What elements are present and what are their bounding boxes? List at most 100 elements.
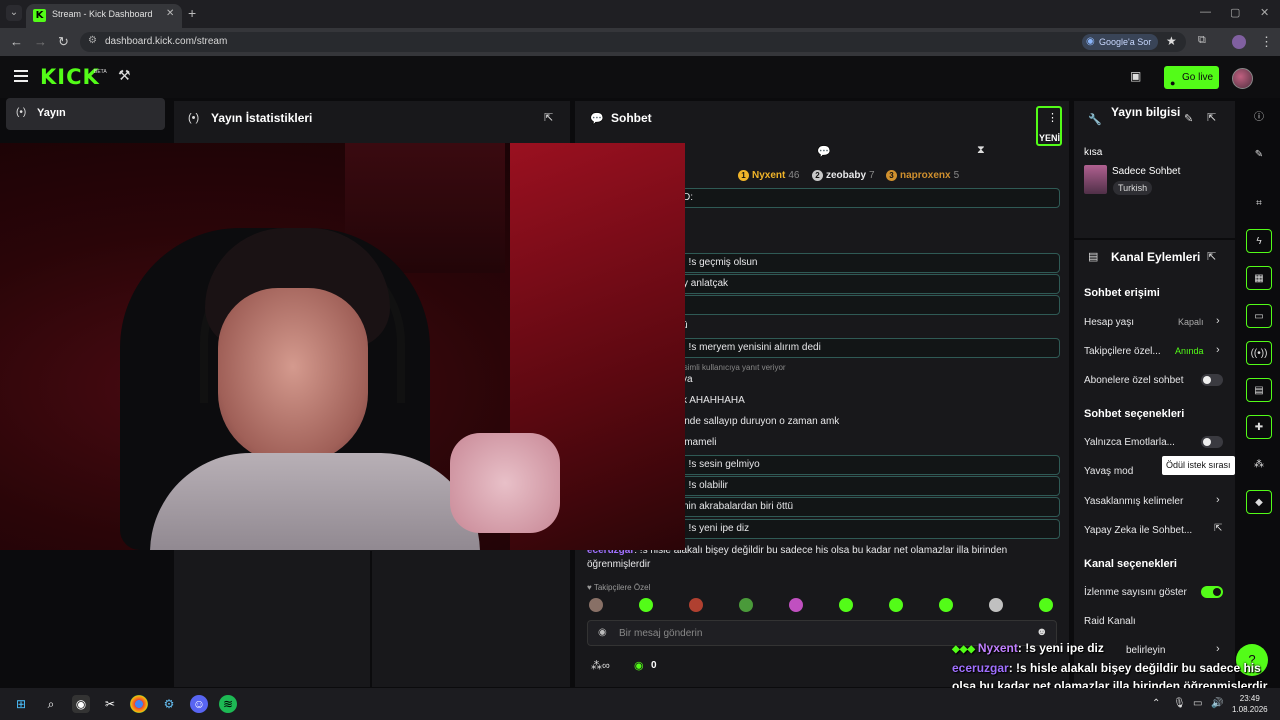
bookmark-star-icon[interactable]: ★: [1166, 34, 1177, 48]
reload-icon[interactable]: ↻: [58, 34, 69, 50]
chat-tab-icon[interactable]: 💬: [817, 145, 831, 158]
profile-avatar[interactable]: [1232, 35, 1246, 49]
address-bar[interactable]: ⚙ dashboard.kick.com/stream ◉ Google'a So…: [80, 32, 1186, 52]
emote-icon[interactable]: [1039, 598, 1053, 612]
go-live-button[interactable]: ● Go live: [1164, 66, 1219, 89]
popout-icon[interactable]: ⇱: [1207, 111, 1216, 124]
info-icon[interactable]: ⓘ: [1246, 106, 1272, 130]
emote-icon[interactable]: [889, 598, 903, 612]
chevron-right-icon: ›: [1216, 344, 1220, 356]
row-label: Yalnızca Emotlarla...: [1084, 437, 1175, 448]
minimize-icon[interactable]: —: [1200, 6, 1211, 18]
search-icon[interactable]: ⌕: [42, 695, 60, 713]
tray-chevron-icon[interactable]: ⌃: [1152, 698, 1160, 709]
row-label: Raid Kanalı: [1084, 616, 1136, 627]
stream-info-panel: 🔧 Yayın bilgisi ✎ ⇱ kısa Sadece Sohbet T…: [1074, 101, 1235, 238]
actions-icon[interactable]: ▤: [1246, 378, 1272, 402]
leaderboard-entry[interactable]: 3 naproxenx 5: [886, 170, 959, 181]
show-viewers-toggle[interactable]: [1201, 586, 1223, 598]
hourglass-icon[interactable]: ⧗: [977, 144, 985, 157]
category-thumbnail[interactable]: [1084, 165, 1107, 194]
diamond-icon[interactable]: ◆: [1246, 490, 1272, 514]
new-tab-icon[interactable]: +: [188, 5, 196, 21]
capture-icon[interactable]: ⌗: [1246, 192, 1272, 216]
chat-menu-button[interactable]: ⋮ YENİ: [1036, 106, 1062, 146]
heart-icon: ♥: [587, 583, 594, 592]
emote-icon[interactable]: [839, 598, 853, 612]
chat-placeholder: Bir mesaj gönderin: [619, 628, 703, 639]
back-icon[interactable]: ←: [10, 34, 23, 49]
emote-icon[interactable]: [989, 598, 1003, 612]
lightning-icon[interactable]: ϟ: [1246, 229, 1272, 253]
popout-icon[interactable]: ⇱: [1207, 250, 1216, 263]
leaderboard-entry[interactable]: 2 zeobaby 7: [812, 170, 875, 181]
infinity-icon[interactable]: ⁂∞: [591, 659, 610, 672]
maximize-icon[interactable]: ▢: [1230, 6, 1240, 19]
steam-icon[interactable]: ⚙: [160, 695, 178, 713]
reward-queue-icon[interactable]: ⁂: [1246, 453, 1272, 477]
popout-icon[interactable]: ⇱: [544, 111, 553, 124]
notes-icon[interactable]: ▦: [1246, 266, 1272, 290]
pen-icon[interactable]: ✎: [1246, 143, 1272, 167]
language-tag: Turkish: [1113, 181, 1153, 195]
person-face: [218, 288, 368, 463]
stream-chat-overlay: ◆◆◆ Nyxent: !s yeni ipe diz eceruzgar: !…: [952, 639, 1280, 695]
tab-close-icon[interactable]: ✕: [166, 8, 174, 19]
browser-menu-icon[interactable]: ⋮: [1260, 34, 1273, 50]
chat-access-section: Sohbet erişimi: [1084, 287, 1160, 299]
chat-settings-icon[interactable]: ◉: [598, 627, 607, 638]
overlay-username: Nyxent: [977, 641, 1018, 655]
display-icon[interactable]: ▣: [1130, 69, 1141, 83]
forward-icon[interactable]: →: [34, 34, 47, 49]
spotify-icon[interactable]: ≋: [219, 695, 237, 713]
emoji-icon[interactable]: ☻: [1036, 626, 1048, 638]
leaderboard-entry[interactable]: 1 Nyxent 46: [738, 170, 799, 181]
chat-options-section: Sohbet seçenekleri: [1084, 408, 1185, 420]
site-info-icon[interactable]: ⚙: [88, 35, 97, 46]
overlay-username: eceruzgar: [952, 661, 1009, 675]
chat-title: Sohbet: [611, 111, 652, 125]
google-ask-label: Google'a Sor: [1099, 37, 1152, 47]
kick-coin-icon: ◉: [634, 660, 644, 672]
discord-icon[interactable]: ☺: [190, 695, 208, 713]
google-ask-button[interactable]: ◉ Google'a Sor: [1082, 34, 1158, 50]
microphone-icon[interactable]: 🎙: [1173, 698, 1186, 709]
emote-icon[interactable]: [589, 598, 603, 612]
extensions-icon[interactable]: ⧉: [1198, 34, 1206, 47]
kick-favicon-icon: K: [33, 9, 46, 22]
emote-icon[interactable]: [689, 598, 703, 612]
clock[interactable]: 23:49 1.08.2026: [1232, 693, 1268, 715]
emote-icon[interactable]: [739, 598, 753, 612]
network-icon[interactable]: ▭: [1193, 698, 1202, 709]
menu-icon[interactable]: [14, 70, 28, 82]
obs-icon[interactable]: ◉: [72, 695, 90, 713]
emotes-only-toggle[interactable]: [1201, 436, 1223, 448]
chat-icon[interactable]: ▭: [1246, 304, 1272, 328]
row-value: Anında: [1175, 346, 1204, 356]
windows-start-icon[interactable]: ⊞: [12, 695, 30, 713]
emote-icon[interactable]: [789, 598, 803, 612]
new-badge: YENİ: [1039, 133, 1061, 143]
capcut-icon[interactable]: ✂: [101, 695, 119, 713]
emote-bar: [587, 598, 1057, 614]
windows-taskbar: ⊞ ⌕ ◉ ✂ ⚙ ☺ ≋ ⌃ 🎙 ▭ 🔊 23:49 1.08.2026: [0, 688, 1280, 720]
broadcast-icon[interactable]: ((•)): [1246, 341, 1272, 365]
chevron-right-icon: ›: [1216, 494, 1220, 506]
volume-icon[interactable]: 🔊: [1211, 698, 1223, 709]
browser-tab[interactable]: K Stream - Kick Dashboard ✕: [26, 4, 182, 28]
chrome-icon[interactable]: [130, 695, 148, 713]
row-label: Abonelere özel sohbet: [1084, 375, 1184, 386]
kick-logo[interactable]: KICK: [40, 65, 100, 89]
wrench-icon[interactable]: ✚: [1246, 415, 1272, 439]
browser-tabbar: ⌄ K Stream - Kick Dashboard ✕ + — ▢ ✕: [0, 0, 1280, 28]
tab-search-icon[interactable]: ⌄: [6, 5, 22, 21]
emote-icon[interactable]: [639, 598, 653, 612]
edit-icon[interactable]: ✎: [1184, 112, 1193, 125]
category-name[interactable]: Sadece Sohbet: [1112, 166, 1180, 177]
user-avatar[interactable]: [1232, 68, 1253, 89]
sidebar-item-stream[interactable]: (•) Yayın: [6, 98, 165, 130]
emote-icon[interactable]: [939, 598, 953, 612]
hammer-icon[interactable]: ⚒: [118, 67, 131, 84]
close-window-icon[interactable]: ✕: [1260, 6, 1269, 19]
subs-only-toggle[interactable]: [1201, 374, 1223, 386]
